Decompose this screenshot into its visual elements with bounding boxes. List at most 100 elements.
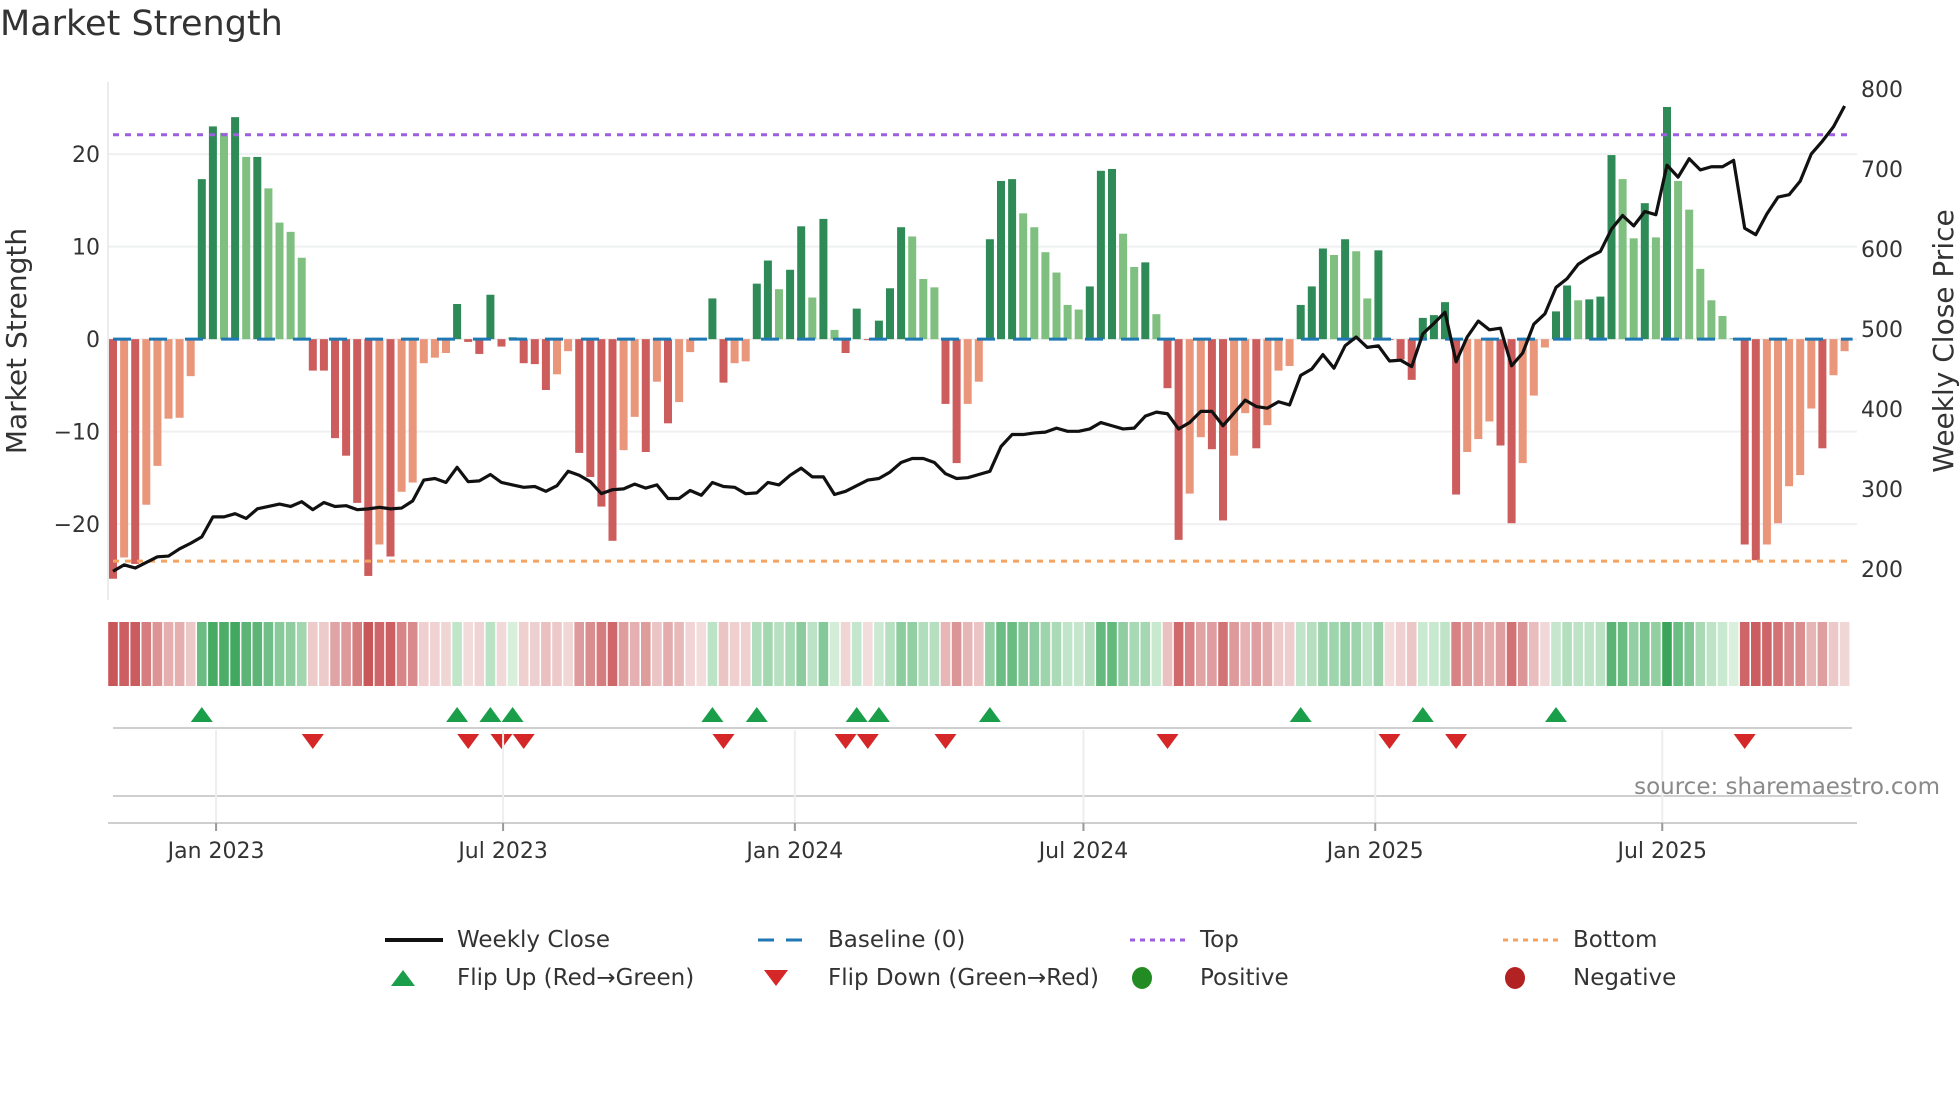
strength-bar bbox=[120, 339, 129, 558]
flip-up-marker bbox=[1545, 707, 1567, 722]
heatmap-cell bbox=[718, 622, 729, 686]
heatmap-cell bbox=[496, 622, 507, 686]
heatmap-cell bbox=[1628, 622, 1639, 686]
strength-bar bbox=[1185, 339, 1194, 494]
strength-bar bbox=[153, 339, 162, 466]
heatmap-cell bbox=[1606, 622, 1617, 686]
flip-down-marker bbox=[1378, 734, 1401, 749]
strength-bar bbox=[464, 339, 473, 342]
heatmap-cell bbox=[1739, 622, 1750, 686]
strength-bar bbox=[730, 339, 739, 364]
flip-down-marker bbox=[1733, 734, 1756, 749]
heatmap-cell bbox=[1806, 622, 1817, 686]
strength-bar bbox=[397, 339, 406, 492]
strength-bar bbox=[719, 339, 728, 383]
strength-bar bbox=[575, 339, 584, 453]
x-tick-label: Jan 2025 bbox=[1325, 839, 1424, 864]
heatmap-cell bbox=[1495, 622, 1506, 686]
strength-bar bbox=[242, 156, 251, 340]
heatmap-cell bbox=[1562, 622, 1572, 686]
heatmap-cell bbox=[641, 622, 651, 686]
strength-bar bbox=[641, 339, 650, 452]
heatmap-cell bbox=[352, 622, 362, 686]
heatmap-cell bbox=[585, 622, 596, 686]
heatmap-cell bbox=[1517, 622, 1528, 686]
y-right-axis-title: Weekly Close Price bbox=[1927, 209, 1960, 472]
heatmap-cell bbox=[1817, 622, 1828, 686]
heatmap-cell bbox=[1828, 622, 1839, 686]
heatmap-cell bbox=[785, 622, 795, 686]
heatmap-cell bbox=[163, 622, 174, 686]
heatmap-cell bbox=[463, 622, 473, 686]
strength-bar bbox=[652, 339, 661, 382]
heatmap-cell bbox=[1406, 622, 1417, 686]
heatmap-cell bbox=[1784, 622, 1794, 686]
flip-up-marker bbox=[978, 707, 1001, 722]
x-axis: Jan 2023 Jul 2023 Jan 2024 Jul 2024 Jan 2025… bbox=[108, 727, 1857, 864]
x-tick-label: Jul 2024 bbox=[1037, 839, 1129, 864]
heatmap-cell bbox=[818, 622, 829, 686]
strength-bar bbox=[1207, 339, 1216, 450]
legend-label: Flip Up (Red→Green) bbox=[457, 965, 695, 991]
strength-bar bbox=[675, 339, 684, 403]
y-right-tick-label: 600 bbox=[1861, 238, 1903, 263]
strength-bar bbox=[919, 279, 928, 340]
strength-bar bbox=[664, 339, 672, 424]
heatmap-cell bbox=[452, 622, 462, 686]
x-tick-label: Jul 2023 bbox=[456, 839, 548, 864]
heatmap-cell bbox=[563, 622, 573, 686]
market-strength-chart: −20 −10 0 10 20 200 300 400 500 600 700 800 Market S… bbox=[0, 78, 1960, 864]
legend-baseline: Baseline (0) bbox=[758, 925, 965, 955]
heatmap-cell bbox=[1573, 622, 1583, 686]
heatmap-cell bbox=[1717, 622, 1728, 686]
strength-bar bbox=[1296, 304, 1305, 340]
heatmap-cell bbox=[685, 622, 695, 686]
strength-bar bbox=[874, 320, 883, 340]
strength-bar bbox=[408, 339, 417, 483]
heatmap-cell bbox=[985, 622, 995, 686]
triangle-down-icon bbox=[764, 970, 788, 986]
heatmap-cell bbox=[752, 622, 762, 686]
flip-down-marker bbox=[712, 734, 735, 749]
strength-bar bbox=[231, 117, 240, 340]
flip-down-marker bbox=[1156, 734, 1179, 749]
legend-negative: Negative bbox=[1503, 963, 1676, 993]
flip-up-marker bbox=[701, 707, 724, 722]
flip-up-marker bbox=[446, 707, 469, 722]
heatmap-cell bbox=[1040, 622, 1051, 686]
heatmap-cell bbox=[1129, 622, 1139, 686]
strength-bar bbox=[1374, 250, 1383, 340]
strength-bar bbox=[1540, 339, 1549, 348]
heatmap-cell bbox=[230, 622, 240, 686]
legend-label: Negative bbox=[1573, 965, 1677, 991]
strength-bar bbox=[1163, 339, 1172, 389]
heatmap-cell bbox=[1096, 622, 1106, 686]
strength-bar bbox=[442, 339, 450, 354]
y-tick-label: 0 bbox=[86, 328, 100, 353]
heatmap-cell bbox=[918, 622, 929, 686]
y-right-tick-label: 300 bbox=[1861, 478, 1903, 503]
heatmap-cell bbox=[740, 622, 751, 686]
strength-bar bbox=[1141, 262, 1150, 340]
heatmap-cell bbox=[807, 622, 818, 686]
x-tick-label: Jul 2025 bbox=[1615, 839, 1707, 864]
strength-bar bbox=[1774, 339, 1782, 524]
heatmap-cell bbox=[1440, 622, 1450, 686]
legend-weekly-close: Weekly Close bbox=[385, 925, 610, 955]
strength-bar bbox=[1219, 339, 1227, 521]
heatmap-cell bbox=[419, 622, 429, 686]
heatmap-cell bbox=[874, 622, 884, 686]
heatmap-cell bbox=[1451, 622, 1461, 686]
strength-bar bbox=[797, 226, 806, 340]
strength-bar bbox=[109, 339, 117, 579]
heatmap-cell bbox=[907, 622, 917, 686]
strength-bar bbox=[1030, 227, 1039, 340]
heatmap-cell bbox=[1684, 622, 1694, 686]
heatmap-cell bbox=[319, 622, 329, 686]
heatmap-cell bbox=[607, 622, 618, 686]
heatmap-cell bbox=[1062, 622, 1073, 686]
heatmap-cell bbox=[1229, 622, 1239, 686]
heatmap-cell bbox=[652, 622, 662, 686]
flip-down-marker bbox=[834, 734, 857, 749]
strength-bar bbox=[541, 339, 550, 391]
